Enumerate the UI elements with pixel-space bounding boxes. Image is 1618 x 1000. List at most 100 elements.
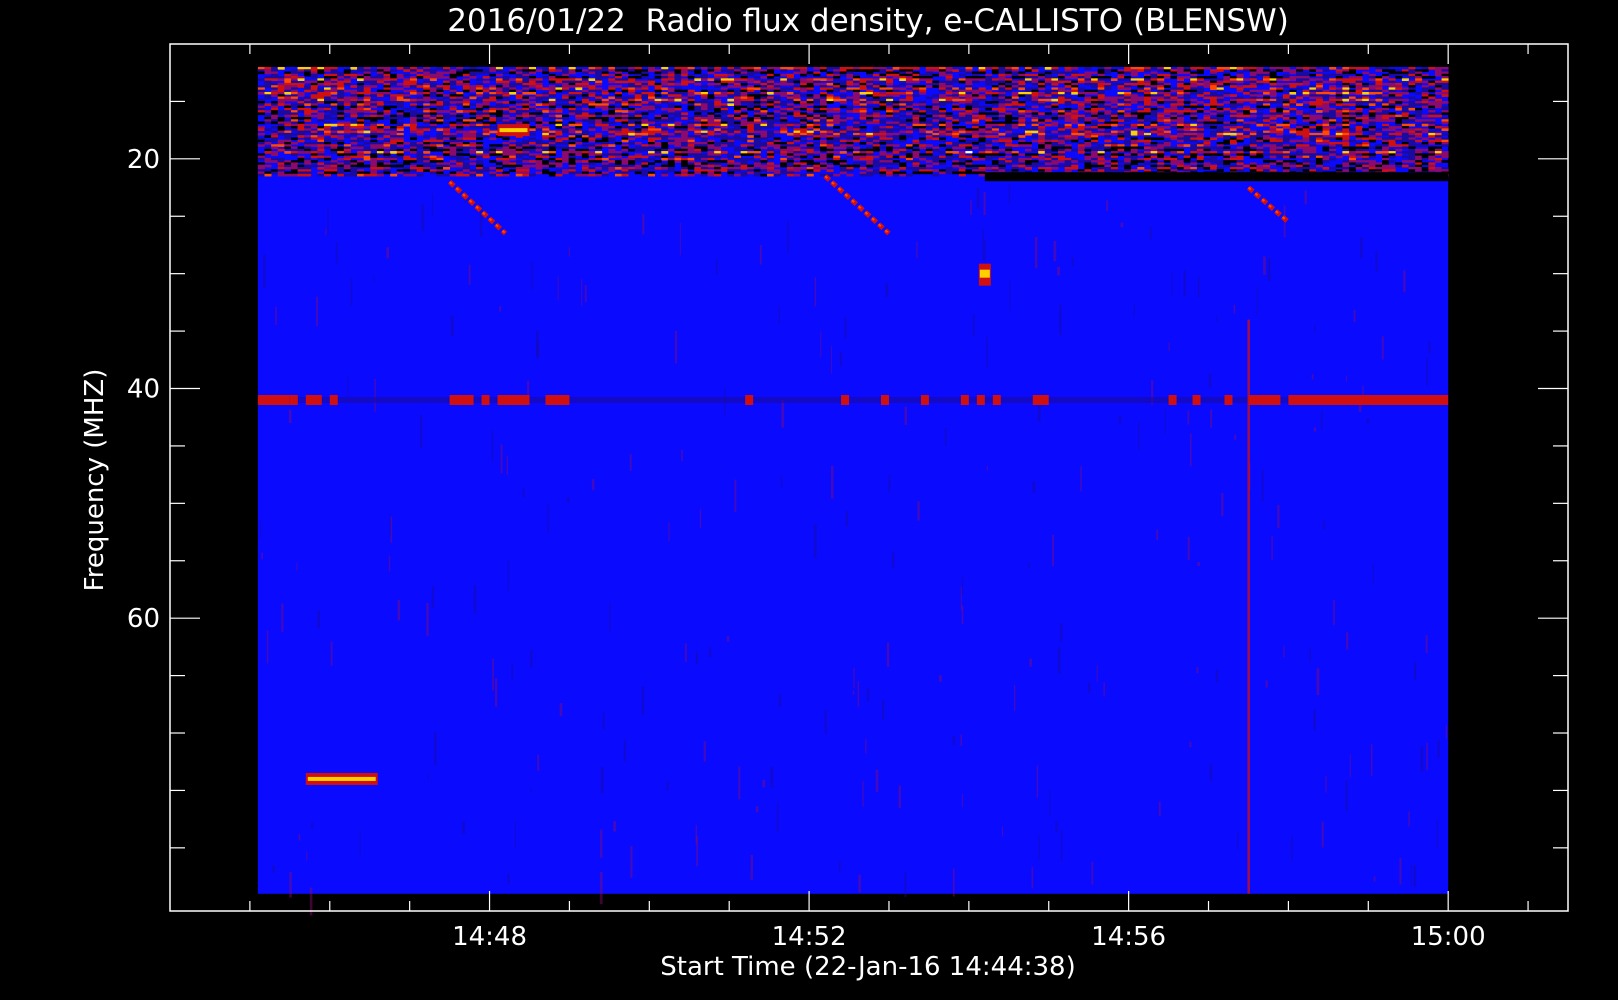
noise-cell xyxy=(1382,94,1390,97)
texture-streak xyxy=(1311,374,1314,380)
noise-cell xyxy=(1289,116,1297,120)
noise-cell xyxy=(886,98,894,102)
noise-cell xyxy=(535,94,543,97)
noise-cell xyxy=(515,80,523,84)
noise-cell xyxy=(1038,144,1046,147)
noise-cell xyxy=(1342,110,1350,113)
noise-cell xyxy=(456,144,464,147)
noise-cell xyxy=(813,119,821,122)
noise-cell xyxy=(707,66,715,70)
noise-cell xyxy=(456,71,464,75)
noise-cell xyxy=(740,87,748,91)
noise-cell xyxy=(271,121,279,125)
noise-cell xyxy=(1289,119,1297,122)
texture-streak xyxy=(1049,789,1051,816)
noise-cell xyxy=(1223,146,1231,150)
noise-cell xyxy=(264,78,272,82)
noise-cell xyxy=(767,76,775,79)
noise-cell xyxy=(952,146,960,150)
noise-cell xyxy=(449,121,457,125)
noise-cell xyxy=(925,66,933,70)
noise-cell xyxy=(290,148,298,152)
noise-cell xyxy=(1348,114,1356,118)
noise-cell xyxy=(528,107,537,111)
noise-cell xyxy=(575,103,583,107)
texture-streak xyxy=(1321,821,1324,848)
noise-cell xyxy=(1348,85,1356,88)
noise-cell xyxy=(1124,66,1132,70)
noise-cell xyxy=(264,91,272,95)
noise-cell xyxy=(826,137,834,141)
noise-cell xyxy=(780,89,788,93)
noise-cell xyxy=(1256,135,1264,138)
noise-cell xyxy=(1388,87,1396,91)
noise-cell xyxy=(958,78,966,82)
noise-cell xyxy=(1091,96,1099,100)
noise-cell xyxy=(826,96,834,100)
noise-cell xyxy=(1196,135,1204,138)
noise-cell xyxy=(1216,116,1224,120)
texture-streak xyxy=(261,552,264,560)
noise-cell xyxy=(1309,114,1317,118)
noise-cell xyxy=(357,110,365,113)
noise-cell xyxy=(443,146,451,150)
noise-cell xyxy=(886,71,894,75)
noise-cell xyxy=(429,98,437,102)
noise-cell xyxy=(1421,119,1429,122)
noise-cell xyxy=(1011,132,1019,136)
noise-cell xyxy=(945,148,953,152)
noise-cell xyxy=(343,103,351,107)
noise-cell xyxy=(330,69,338,72)
noise-cell xyxy=(925,80,933,84)
noise-cell xyxy=(1150,80,1158,84)
noise-cell xyxy=(1203,123,1211,127)
noise-cell xyxy=(1143,107,1151,111)
noise-cell xyxy=(991,123,999,127)
noise-cell xyxy=(495,144,503,147)
noise-cell xyxy=(376,130,384,134)
noise-cell xyxy=(290,71,298,75)
noise-cell xyxy=(1322,105,1330,109)
noise-cell xyxy=(522,71,530,75)
noise-cell xyxy=(1190,66,1198,70)
noise-cell xyxy=(568,85,576,88)
noise-cell xyxy=(872,146,880,150)
noise-cell xyxy=(793,146,801,150)
texture-streak xyxy=(1320,411,1323,430)
noise-cell xyxy=(1368,101,1376,104)
noise-cell xyxy=(1223,80,1231,84)
noise-cell xyxy=(1196,132,1204,136)
noise-cell xyxy=(1163,119,1171,122)
noise-cell xyxy=(542,94,550,97)
noise-cell xyxy=(297,91,305,95)
noise-cell xyxy=(429,141,437,145)
noise-cell xyxy=(1282,126,1290,129)
noise-cell xyxy=(1329,78,1337,82)
noise-cell xyxy=(1342,98,1350,102)
noise-cell xyxy=(1031,126,1039,129)
noise-cell xyxy=(1210,78,1218,82)
noise-cell xyxy=(515,82,523,86)
noise-cell xyxy=(502,107,510,111)
noise-cell xyxy=(714,78,722,82)
noise-cell xyxy=(528,71,537,75)
noise-cell xyxy=(1282,112,1290,116)
noise-cell xyxy=(317,141,325,145)
noise-cell xyxy=(727,69,735,72)
noise-cell xyxy=(1263,89,1271,93)
noise-cell xyxy=(396,87,404,91)
noise-cell xyxy=(1210,123,1218,127)
noise-cell xyxy=(350,73,358,77)
noise-cell xyxy=(938,94,947,97)
noise-cell xyxy=(1256,80,1264,84)
noise-cell xyxy=(661,98,669,102)
noise-cell xyxy=(1064,89,1072,93)
noise-cell xyxy=(1302,80,1310,84)
texture-streak xyxy=(1426,742,1428,771)
noise-cell xyxy=(800,69,808,72)
noise-cell xyxy=(489,112,497,116)
noise-cell xyxy=(853,121,861,125)
noise-cell xyxy=(985,119,993,122)
noise-cell xyxy=(575,105,583,109)
noise-cell xyxy=(423,141,431,145)
